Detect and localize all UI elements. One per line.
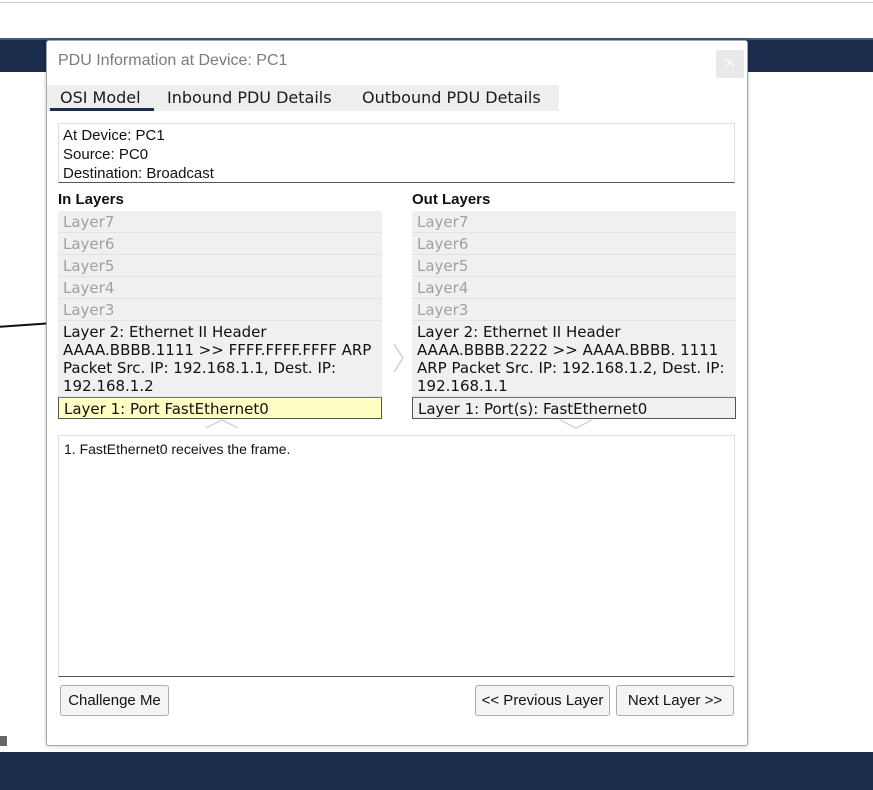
in-layer-6[interactable]: Layer6 — [58, 233, 382, 255]
in-layer-7[interactable]: Layer7 — [58, 211, 382, 233]
in-layers-list: Layer7 Layer6 Layer5 Layer4 Layer3 Layer… — [58, 211, 382, 419]
scrollbar-handle[interactable] — [0, 736, 7, 746]
close-button[interactable]: × — [716, 50, 744, 78]
tab-osi-model[interactable]: OSI Model — [50, 85, 154, 111]
out-layers-heading: Out Layers — [412, 191, 491, 208]
previous-layer-button[interactable]: << Previous Layer — [475, 685, 610, 716]
next-layer-button[interactable]: Next Layer >> — [616, 685, 734, 716]
out-layer-7[interactable]: Layer7 — [412, 211, 736, 233]
browser-divider — [0, 2, 873, 3]
challenge-me-button[interactable]: Challenge Me — [60, 685, 169, 716]
pdu-info-dialog: PDU Information at Device: PC1 × OSI Mod… — [46, 40, 748, 746]
in-layers-heading: In Layers — [58, 191, 124, 208]
out-layer-2[interactable]: Layer 2: Ethernet II Header AAAA.BBBB.22… — [412, 321, 736, 397]
out-layer-6[interactable]: Layer6 — [412, 233, 736, 255]
in-layer-5[interactable]: Layer5 — [58, 255, 382, 277]
tab-outbound-pdu-details[interactable]: Outbound PDU Details — [362, 85, 541, 111]
out-layers-list: Layer7 Layer6 Layer5 Layer4 Layer3 Layer… — [412, 211, 736, 419]
layer-description: 1. FastEthernet0 receives the frame. — [58, 435, 735, 677]
at-device-text: At Device: PC1 — [63, 127, 165, 144]
out-layer-5[interactable]: Layer5 — [412, 255, 736, 277]
out-layer-1[interactable]: Layer 1: Port(s): FastEthernet0 — [412, 397, 736, 419]
chevron-right-icon — [393, 343, 404, 373]
device-info-box: At Device: PC1 Source: PC0 Destination: … — [58, 123, 735, 183]
destination-text: Destination: Broadcast — [63, 165, 214, 182]
chevron-down-icon — [559, 419, 593, 429]
out-layer-4[interactable]: Layer4 — [412, 277, 736, 299]
in-layer-3[interactable]: Layer3 — [58, 299, 382, 321]
in-layer-1[interactable]: Layer 1: Port FastEthernet0 — [58, 397, 382, 419]
dialog-title: PDU Information at Device: PC1 — [58, 52, 288, 69]
close-icon: × — [724, 56, 736, 71]
in-layer-4[interactable]: Layer4 — [58, 277, 382, 299]
tab-bar: OSI Model Inbound PDU Details Outbound P… — [47, 85, 559, 111]
description-text: 1. FastEthernet0 receives the frame. — [64, 441, 291, 457]
app-bottom-band — [0, 752, 873, 790]
source-text: Source: PC0 — [63, 146, 149, 163]
chevron-up-icon — [205, 419, 239, 429]
out-layer-3[interactable]: Layer3 — [412, 299, 736, 321]
in-layer-2[interactable]: Layer 2: Ethernet II Header AAAA.BBBB.11… — [58, 321, 382, 397]
tab-inbound-pdu-details[interactable]: Inbound PDU Details — [167, 85, 332, 111]
